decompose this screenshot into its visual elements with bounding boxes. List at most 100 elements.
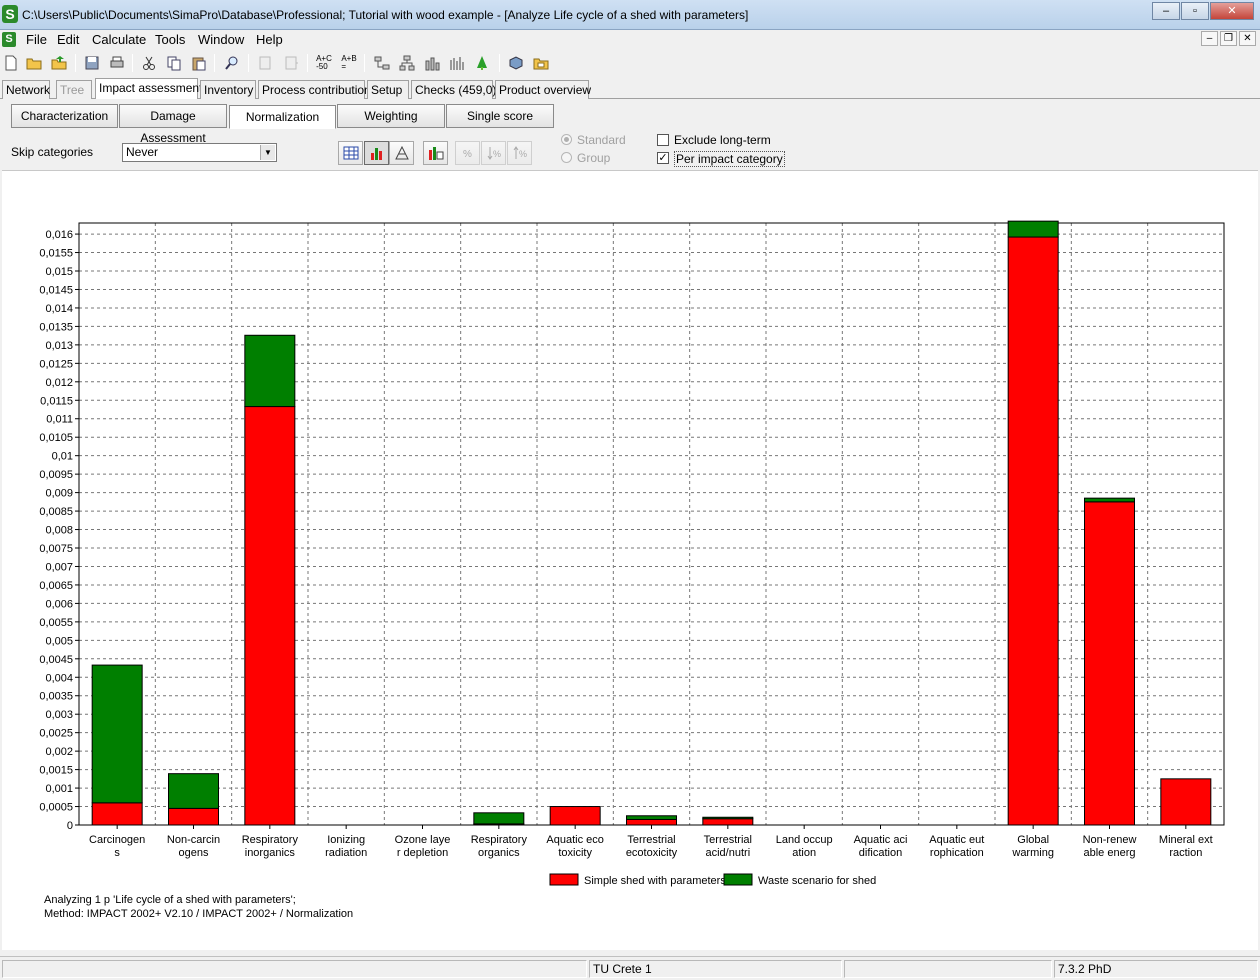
method-description: Method: IMPACT 2002+ V2.10 / IMPACT 2002…: [44, 908, 354, 920]
y-tick-label: 0,011: [46, 414, 73, 426]
analysis-tabs: Network Tree Impact assessment Inventory…: [0, 78, 1260, 99]
menu-window[interactable]: Window: [198, 32, 244, 47]
y-tick-label: 0,0075: [39, 543, 73, 555]
menu-help[interactable]: Help: [256, 32, 283, 47]
bar-simple-shed: [702, 818, 754, 826]
print-icon[interactable]: [107, 53, 127, 73]
network-icon[interactable]: [372, 53, 392, 73]
tab-product-overview[interactable]: Product overview: [495, 80, 591, 99]
x-tick-label: Aquatic eut: [929, 834, 984, 846]
subtab-damage-assessment[interactable]: Damage Assessment: [119, 104, 227, 145]
legend-swatch: [723, 873, 753, 886]
compare-icon[interactable]: A+C -50: [314, 53, 334, 73]
cut-icon[interactable]: [139, 53, 159, 73]
x-tick-label: ation: [792, 847, 816, 859]
menu-edit[interactable]: Edit: [57, 32, 79, 47]
y-tick-label: 0,016: [45, 229, 73, 241]
y-tick-label: 0,0065: [39, 580, 73, 592]
toolbar-separator: [307, 54, 308, 72]
tab-impact-assessment[interactable]: Impact assessment: [95, 78, 202, 99]
library-icon[interactable]: [531, 53, 551, 73]
y-tick-label: 0,0095: [39, 469, 73, 481]
save-icon[interactable]: [82, 53, 102, 73]
subtab-single-score[interactable]: Single score: [446, 104, 554, 128]
subtab-characterization[interactable]: Characterization: [11, 104, 118, 128]
tab-setup[interactable]: Setup: [367, 80, 409, 99]
y-tick-label: 0,0015: [39, 765, 73, 777]
y-tick-label: 0,012: [45, 377, 73, 389]
tree-chart-icon[interactable]: [472, 53, 492, 73]
menu-file[interactable]: File: [26, 32, 47, 47]
x-tick-label: Ionizing: [327, 834, 365, 846]
legend-label: Simple shed with parameters: [584, 875, 726, 887]
skip-categories-select[interactable]: Never ▼: [122, 143, 277, 162]
table-view-button[interactable]: [338, 141, 363, 165]
table-icon: [343, 146, 358, 160]
chart-export-button[interactable]: [423, 141, 448, 165]
minimize-button[interactable]: –: [1152, 2, 1180, 20]
toolbar-separator: [364, 54, 365, 72]
chevron-down-icon[interactable]: ▼: [260, 145, 275, 160]
per-impact-category-checkbox[interactable]: ✓: [657, 152, 669, 164]
radio-standard-label: Standard: [577, 133, 626, 147]
copy-icon[interactable]: [164, 53, 184, 73]
tab-process-contribution[interactable]: Process contribution: [258, 80, 371, 99]
exclude-long-term-checkbox[interactable]: [657, 134, 669, 146]
bar-waste-scenario: [626, 815, 677, 820]
chart-export-icon: [428, 147, 443, 160]
x-tick-label: Terrestrial: [627, 834, 675, 846]
tree-icon[interactable]: [397, 53, 417, 73]
x-tick-label: toxicity: [558, 847, 592, 859]
legend-label: Waste scenario for shed: [758, 875, 876, 887]
menu-calculate[interactable]: Calculate: [92, 32, 146, 47]
chart-options-button[interactable]: [389, 141, 414, 165]
sort-up-button[interactable]: %: [507, 141, 532, 165]
x-tick-label: ecotoxicity: [626, 847, 678, 859]
y-tick-label: 0,0115: [40, 395, 73, 407]
radio-standard: [561, 134, 572, 145]
multi-bar-icon[interactable]: [447, 53, 467, 73]
sort-percent-icon: %: [463, 149, 472, 160]
y-tick-label: 0,0135: [39, 321, 73, 333]
subtab-weighting[interactable]: Weighting: [337, 104, 445, 128]
document-next-icon[interactable]: [281, 53, 301, 73]
open-up-icon[interactable]: [49, 53, 69, 73]
tab-checks[interactable]: Checks (459,0): [411, 80, 496, 99]
x-tick-label: Respiratory: [242, 834, 299, 846]
child-restore-button[interactable]: ❐: [1220, 31, 1237, 46]
calculate-icon[interactable]: [506, 53, 526, 73]
find-icon[interactable]: [222, 53, 242, 73]
x-tick-label: Non-carcin: [167, 834, 220, 846]
tab-network[interactable]: Network: [2, 80, 50, 99]
tab-inventory[interactable]: Inventory: [200, 80, 256, 99]
sort-percent-button[interactable]: %: [455, 141, 480, 165]
tab-tree: Tree: [56, 80, 92, 99]
document-icon[interactable]: S: [2, 32, 16, 47]
y-tick-label: 0,0105: [39, 432, 73, 444]
document-prev-icon[interactable]: [255, 53, 275, 73]
legend-swatch: [549, 873, 579, 886]
subtab-normalization[interactable]: Normalization: [229, 105, 336, 129]
paste-icon[interactable]: [189, 53, 209, 73]
radio-group-label: Group: [577, 151, 611, 165]
y-tick-label: 0,0035: [39, 691, 73, 703]
sort-down-button[interactable]: %: [481, 141, 506, 165]
bar-chart-icon[interactable]: [422, 53, 442, 73]
y-tick-label: 0,004: [45, 672, 73, 684]
open-folder-icon[interactable]: [24, 53, 44, 73]
chart-view-button[interactable]: [364, 141, 389, 165]
toolbar-separator: [75, 54, 76, 72]
bar-simple-shed: [168, 807, 219, 826]
chart-pane: 0 0,0005 0,001 0,0015 0,002 0,0025 0,003 0,0035…: [2, 170, 1258, 950]
menu-tools[interactable]: Tools: [155, 32, 185, 47]
child-minimize-button[interactable]: –: [1201, 31, 1218, 46]
close-button[interactable]: ✕: [1210, 2, 1254, 20]
x-tick-label: able energ: [1084, 847, 1136, 859]
new-icon[interactable]: [1, 53, 21, 73]
analyze-icon[interactable]: A+B =: [339, 53, 359, 73]
x-tick-label: Aquatic eco: [546, 834, 603, 846]
maximize-button[interactable]: ▫: [1181, 2, 1209, 20]
x-tick-label: Ozone laye: [395, 834, 451, 846]
y-tick-label: 0,0045: [39, 654, 73, 666]
child-close-button[interactable]: ✕: [1239, 31, 1256, 46]
